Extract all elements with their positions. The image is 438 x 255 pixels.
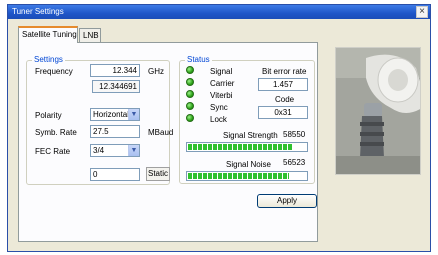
chevron-down-icon[interactable]: ▼ <box>128 109 139 120</box>
window-title: Tuner Settings <box>12 7 64 16</box>
sync-led-icon <box>186 102 194 110</box>
code-value: 0x31 <box>258 106 308 119</box>
chevron-down-icon[interactable]: ▼ <box>128 145 139 156</box>
polarity-select[interactable]: Horizontal ▼ <box>90 108 140 121</box>
carrier-label: Carrier <box>210 79 235 88</box>
signal-label: Signal <box>210 67 233 76</box>
static-button[interactable]: Static <box>146 167 170 181</box>
signal-strength-fill <box>188 144 294 150</box>
tab-lnb[interactable]: LNB <box>79 28 101 42</box>
apply-button[interactable]: Apply <box>257 194 317 208</box>
polarity-label: Polarity <box>35 111 62 120</box>
window-titlebar[interactable]: Tuner Settings × <box>8 5 430 19</box>
extra-input[interactable]: 0 <box>90 168 140 181</box>
fec-rate-label: FEC Rate <box>35 147 71 156</box>
close-button[interactable]: × <box>416 6 428 18</box>
tab-satellite-tuning[interactable]: Satellite Tuning <box>18 26 78 43</box>
settings-group-title: Settings <box>32 55 65 65</box>
bit-error-rate-value: 1.457 <box>258 78 308 91</box>
signal-strength-value: 58550 <box>283 130 306 139</box>
frequency-input[interactable]: 12.344 <box>90 64 140 77</box>
frequency-label: Frequency <box>35 67 73 76</box>
signal-strength-meter <box>186 142 308 152</box>
sync-label: Sync <box>210 103 228 112</box>
symbol-rate-unit: MBaud <box>148 128 174 137</box>
viterbi-led-icon <box>186 90 194 98</box>
signal-noise-meter <box>186 171 308 181</box>
signal-led-icon <box>186 66 194 74</box>
code-label: Code <box>275 95 295 104</box>
status-group-title: Status <box>185 55 212 65</box>
lock-label: Lock <box>210 115 227 124</box>
viterbi-label: Viterbi <box>210 91 233 100</box>
symbol-rate-label: Symb. Rate <box>35 128 77 137</box>
signal-noise-value: 56523 <box>283 158 306 167</box>
lnb-photo <box>335 47 421 175</box>
carrier-led-icon <box>186 78 194 86</box>
fec-rate-value: 3/4 <box>93 146 105 155</box>
polarity-value: Horizontal <box>93 110 130 119</box>
fec-rate-select[interactable]: 3/4 ▼ <box>90 144 140 157</box>
symbol-rate-input[interactable]: 27.5 <box>90 125 140 138</box>
signal-noise-fill <box>188 173 290 179</box>
lnb-device-image <box>336 48 420 174</box>
frequency-unit: GHz <box>148 67 164 76</box>
frequency-readout: 12.344691 <box>92 80 140 93</box>
lock-led-icon <box>186 114 194 122</box>
signal-noise-label: Signal Noise <box>226 160 271 169</box>
signal-strength-label: Signal Strength <box>223 131 278 140</box>
bit-error-rate-label: Bit error rate <box>262 67 307 76</box>
